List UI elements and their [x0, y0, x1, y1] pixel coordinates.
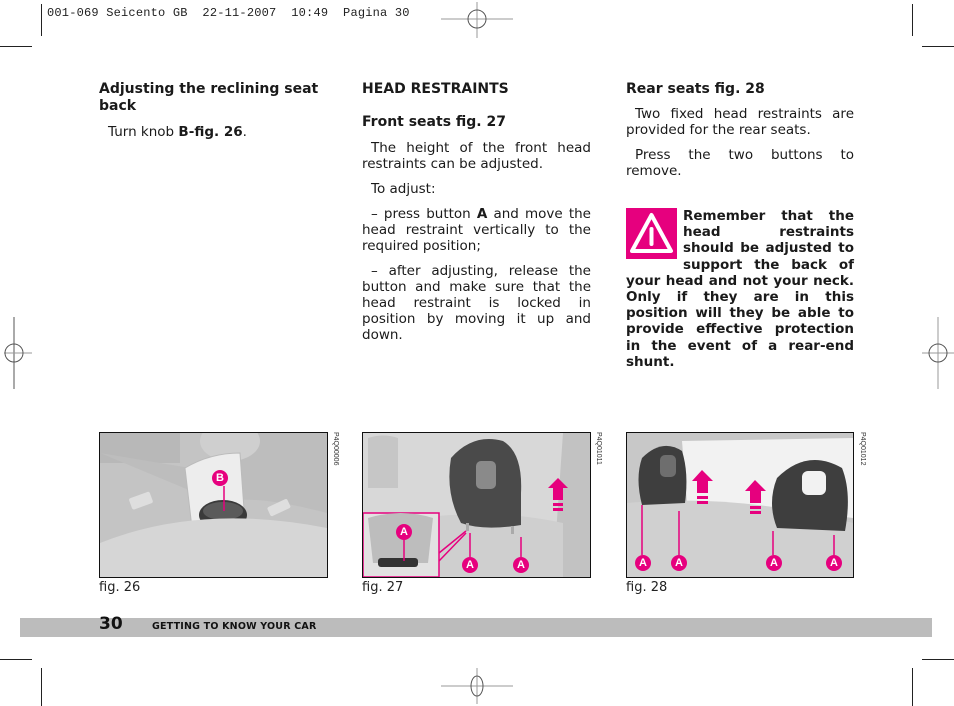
figure-code: P4Q01011 [595, 432, 602, 465]
body-text: – press button A and move the head restr… [362, 206, 591, 254]
crop-mark [922, 46, 954, 47]
warning-triangle-icon [626, 208, 677, 259]
instruction-text: Turn knob B-fig. 26. [108, 124, 247, 140]
registration-mark-icon [441, 668, 513, 704]
callout-label: A [513, 557, 529, 573]
body-text: Two fixed head restraints are provided f… [626, 106, 854, 138]
section-heading: Adjusting the reclining seat back [99, 81, 319, 114]
warning-box: Remember that the head restraints should… [626, 208, 854, 370]
crop-mark [912, 668, 913, 706]
figure-code: P4Q00006 [332, 432, 339, 466]
figure-26-image: B [99, 432, 328, 578]
registration-mark-icon [441, 2, 513, 38]
crop-mark [912, 4, 913, 36]
crop-mark [922, 659, 954, 660]
crop-mark [41, 668, 42, 706]
body-text: – after adjusting, release the button an… [362, 263, 591, 343]
callout-label: A [396, 524, 412, 540]
column-seat-back: Adjusting the reclining seat back Turn k… [99, 81, 327, 149]
print-slug: 001-069 Seicento GB 22-11-2007 10:49 Pag… [47, 6, 410, 20]
body-text: The height of the front head restraints … [362, 140, 591, 172]
page-number: 30 [99, 614, 123, 634]
column-rear-seats: Rear seats fig. 28 Two fixed head restra… [626, 81, 854, 188]
callout-label: A [635, 555, 651, 571]
figure-caption: fig. 28 [626, 580, 668, 595]
registration-mark-icon [4, 317, 32, 389]
body-text: Press the two buttons to remove. [626, 147, 854, 179]
callout-label: A [826, 555, 842, 571]
registration-mark-icon [922, 317, 954, 389]
figure-caption: fig. 27 [362, 580, 404, 595]
callout-label: B [212, 470, 228, 486]
crop-mark [0, 659, 32, 660]
figure-code: P4Q01012 [859, 432, 866, 466]
figure-28-image: A A A A [626, 432, 854, 578]
figure-27-image: A A A [362, 432, 591, 578]
callout-label: A [766, 555, 782, 571]
callout-label: A [462, 557, 478, 573]
section-heading: Front seats fig. 27 [362, 114, 506, 130]
column-head-restraints: HEAD RESTRAINTS Front seats fig. 27 The … [362, 81, 591, 352]
body-text: To adjust: [371, 181, 436, 197]
page-title: HEAD RESTRAINTS [362, 81, 509, 97]
section-name: GETTING TO KNOW YOUR CAR [152, 621, 317, 632]
crop-mark [0, 46, 32, 47]
callout-label: A [671, 555, 687, 571]
section-heading: Rear seats fig. 28 [626, 81, 765, 97]
crop-mark [41, 4, 42, 36]
figure-caption: fig. 26 [99, 580, 141, 595]
